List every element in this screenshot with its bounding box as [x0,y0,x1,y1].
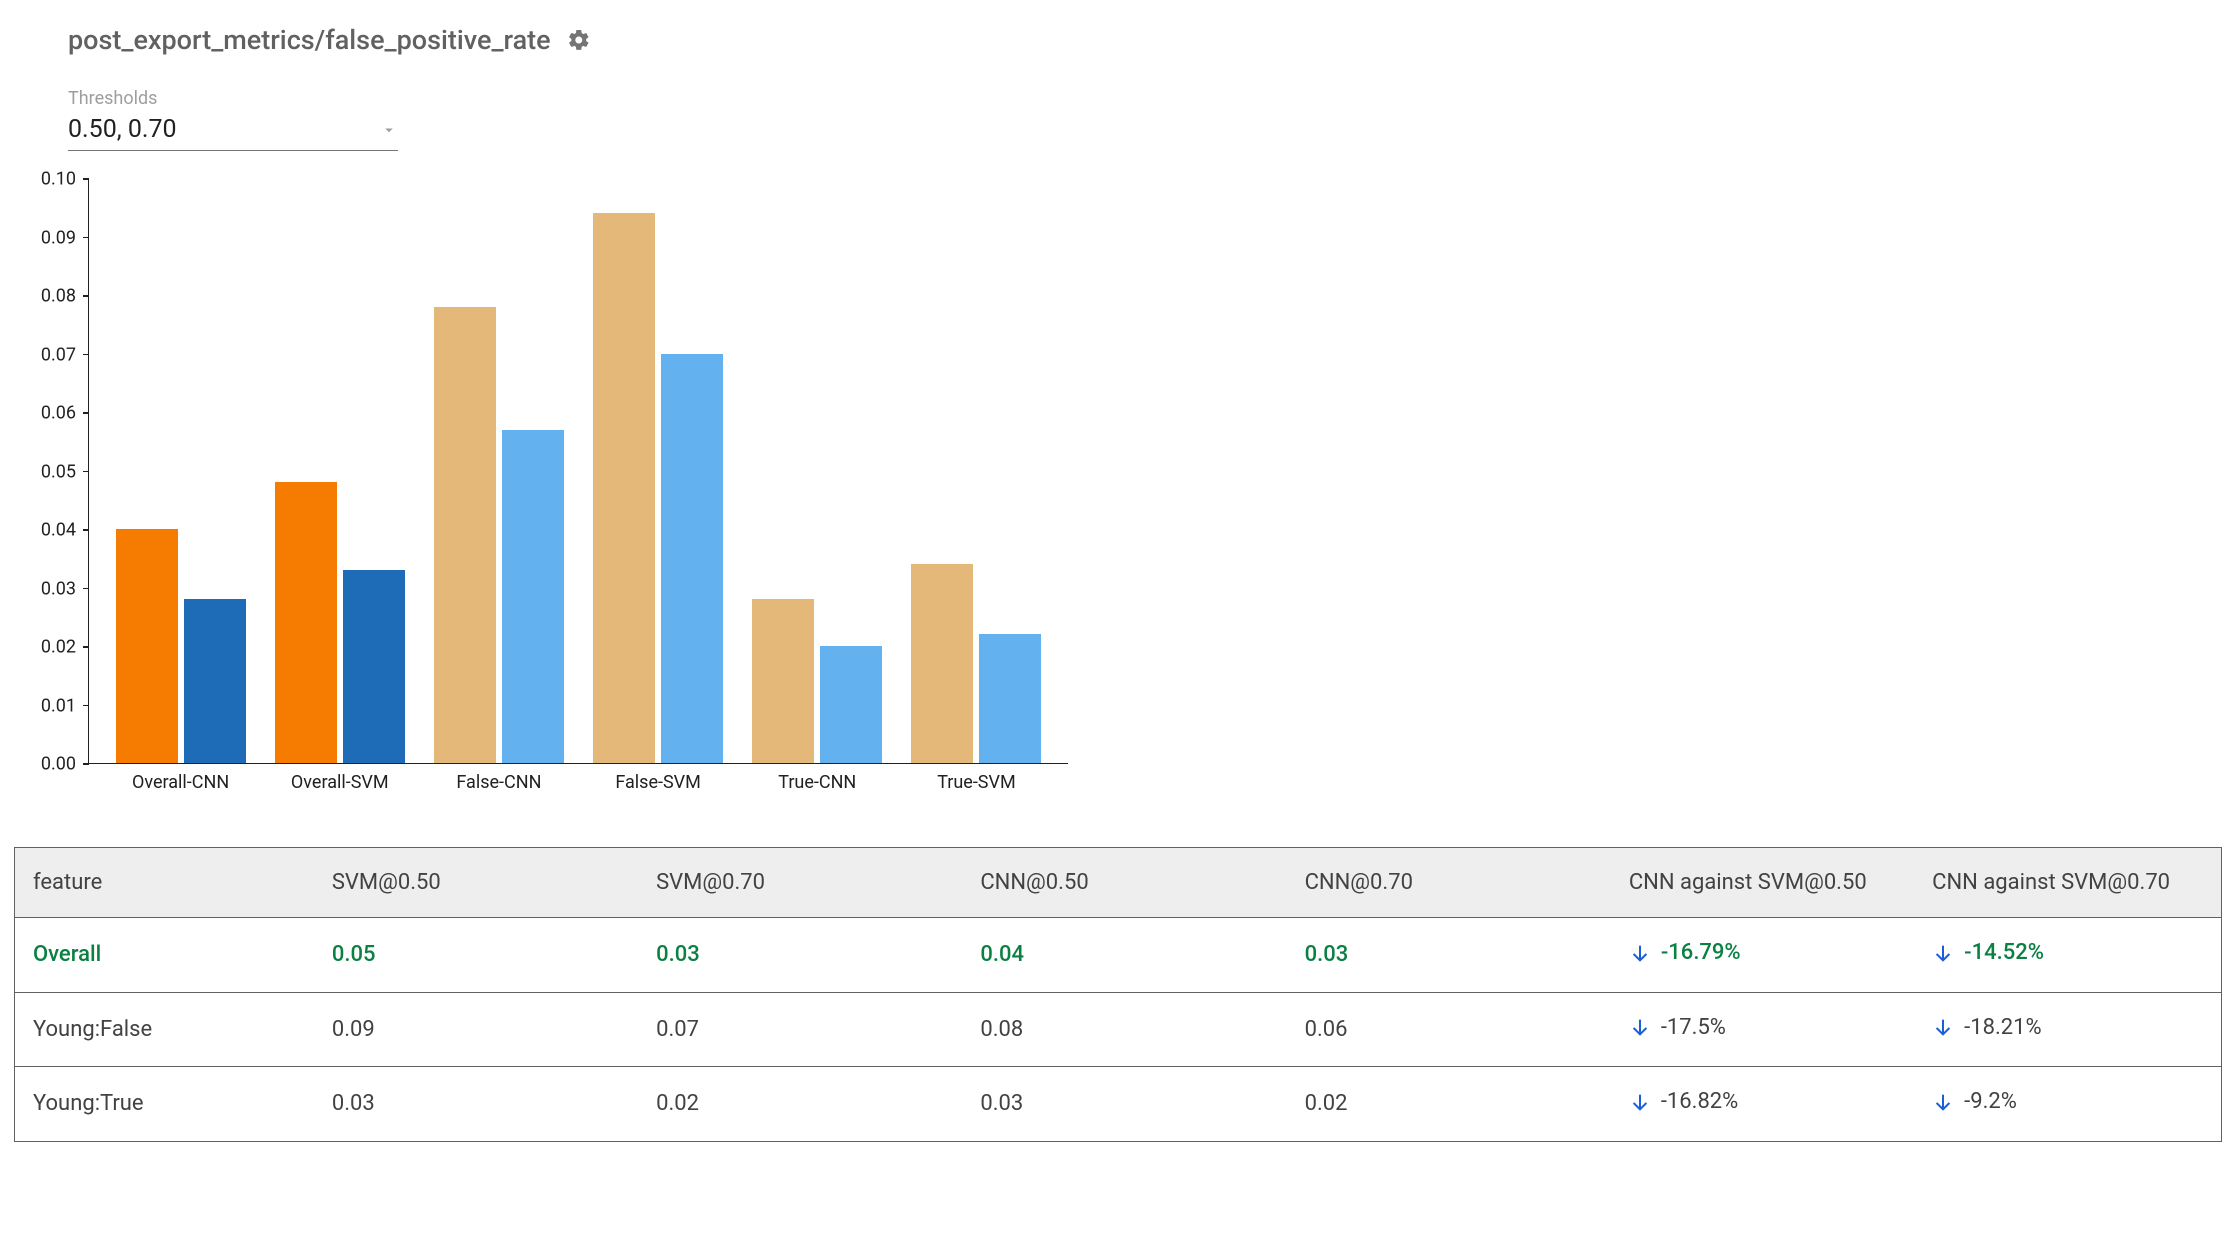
y-tick-label: 0.02 [41,637,76,658]
thresholds-label: Thresholds [68,88,400,109]
y-tick-label: 0.04 [41,520,76,541]
table-cell-delta: -16.79% [1615,918,1918,993]
gear-icon[interactable] [567,28,591,52]
table-cell: Young:False [15,992,318,1067]
bar [184,599,246,763]
bar [911,564,973,763]
delta-value: -17.5% [1661,1015,1726,1040]
table-cell: 0.05 [318,918,642,993]
y-tick-label: 0.10 [41,169,76,190]
thresholds-select[interactable]: 0.50, 0.70 [68,111,398,151]
bar-group: True-CNN [738,179,897,763]
y-tick-label: 0.09 [41,227,76,248]
delta-value: -16.79% [1661,940,1741,965]
table-header-cell: CNN@0.70 [1291,848,1615,918]
table-header-cell: CNN against SVM@0.50 [1615,848,1918,918]
bar [116,529,178,763]
bar-group: Overall-CNN [101,179,260,763]
arrow-down-icon [1629,1091,1651,1113]
table-cell: 0.03 [318,1067,642,1142]
thresholds-value: 0.50, 0.70 [68,115,177,144]
bar [752,599,814,763]
bar [502,430,564,763]
bar-group: False-SVM [579,179,738,763]
y-tick-label: 0.05 [41,461,76,482]
table-header-cell: SVM@0.50 [318,848,642,918]
arrow-down-icon [1629,1016,1651,1038]
page-title: post_export_metrics/false_positive_rate [68,24,551,56]
bar-group: Overall-SVM [260,179,419,763]
y-tick-label: 0.01 [41,695,76,716]
table-cell: 0.04 [966,918,1290,993]
table-header-cell: SVM@0.70 [642,848,966,918]
bar-group: False-CNN [419,179,578,763]
arrow-down-icon [1932,1091,1954,1113]
table-cell: 0.03 [966,1067,1290,1142]
table-cell: Overall [15,918,318,993]
x-tick-label: Overall-CNN [132,772,229,793]
table-cell: 0.02 [1291,1067,1615,1142]
x-tick-label: False-SVM [615,772,701,793]
bar [661,354,723,764]
table-cell: 0.07 [642,992,966,1067]
bar [343,570,405,763]
x-tick-label: True-CNN [778,772,856,793]
bar [434,307,496,763]
y-tick-label: 0.06 [41,403,76,424]
arrow-down-icon [1932,942,1954,964]
table-row: Young:False0.090.070.080.06 -17.5% -18.21% [15,992,2222,1067]
table-row: Overall0.050.030.040.03-16.79%-14.52% [15,918,2222,993]
chevron-down-icon [380,121,398,139]
metrics-table: featureSVM@0.50SVM@0.70CNN@0.50CNN@0.70C… [14,847,2222,1142]
delta-value: -9.2% [1964,1089,2017,1114]
bar [979,634,1041,763]
delta-value: -18.21% [1964,1015,2041,1040]
table-cell-delta: -18.21% [1918,992,2221,1067]
bar [275,482,337,763]
bar-group: True-SVM [897,179,1056,763]
table-header-cell: CNN against SVM@0.70 [1918,848,2221,918]
table-cell: 0.08 [966,992,1290,1067]
table-header-cell: CNN@0.50 [966,848,1290,918]
table-cell: 0.09 [318,992,642,1067]
table-cell: 0.06 [1291,992,1615,1067]
bar-chart: 0.00 0.01 0.02 0.03 0.04 0.05 0.06 0.07 0.08 0.09… [0,179,1080,799]
y-tick-label: 0.03 [41,578,76,599]
table-cell-delta: -14.52% [1918,918,2221,993]
x-tick-label: True-SVM [937,772,1016,793]
table-cell: 0.03 [1291,918,1615,993]
bar [593,213,655,763]
table-cell: Young:True [15,1067,318,1142]
table-cell-delta: -9.2% [1918,1067,2221,1142]
x-tick-label: Overall-SVM [291,772,389,793]
arrow-down-icon [1629,942,1651,964]
table-header-cell: feature [15,848,318,918]
table-row: Young:True0.030.020.030.02-16.82%-9.2% [15,1067,2222,1142]
bar [820,646,882,763]
x-tick-label: False-CNN [456,772,541,793]
table-cell: 0.02 [642,1067,966,1142]
delta-value: -16.82% [1661,1089,1738,1114]
table-cell-delta: -17.5% [1615,992,1918,1067]
table-cell: 0.03 [642,918,966,993]
delta-value: -14.52% [1964,940,2044,965]
y-tick-label: 0.07 [41,344,76,365]
y-tick-label: 0.00 [41,754,76,775]
y-tick-label: 0.08 [41,286,76,307]
table-cell-delta: -16.82% [1615,1067,1918,1142]
arrow-down-icon [1932,1016,1954,1038]
